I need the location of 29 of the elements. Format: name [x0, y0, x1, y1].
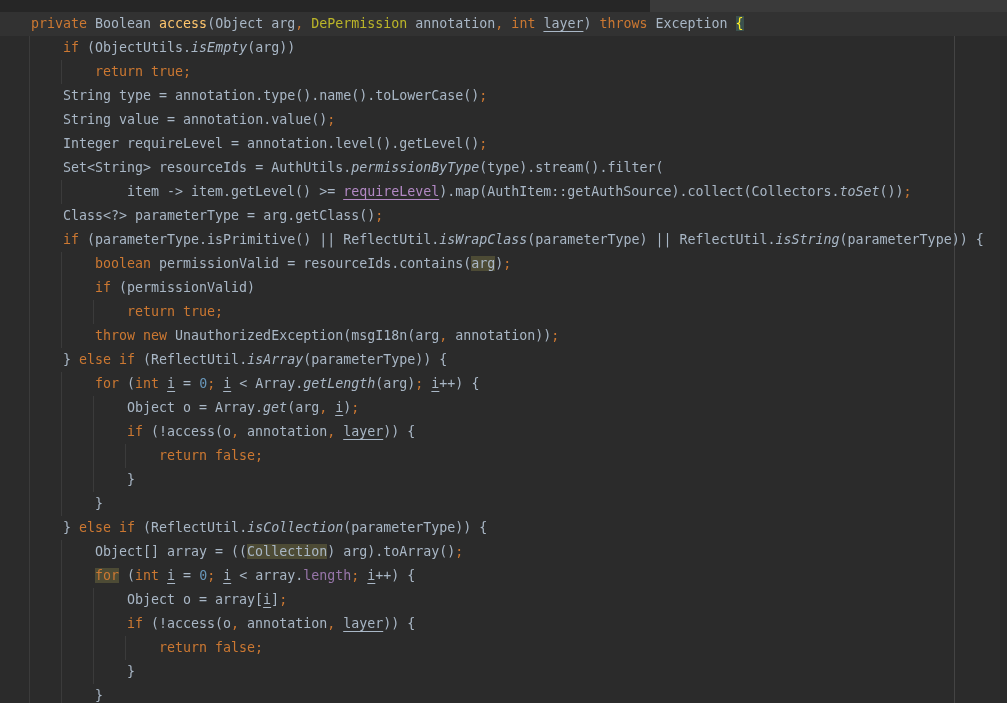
code-line: Class<?> parameterType = arg.getClass(); [63, 207, 384, 225]
code-line: throw new UnauthorizedException(msgI18n(arg, annotation)); [95, 327, 560, 345]
code-line: } else if (ReflectUtil.isArray(parameterType)) { [63, 351, 448, 369]
code-line: boolean permissionValid = resourceIds.contains(arg); [95, 255, 512, 273]
code-line: for (int i = 0; i < array.length; i++) { [95, 567, 416, 585]
code-line: for (int i = 0; i < Array.getLength(arg); i++) { [95, 375, 480, 393]
code-line: if (!access(o, annotation, layer)) { [127, 423, 416, 441]
code-line: if (!access(o, annotation, layer)) { [127, 615, 416, 633]
code-line: String type = annotation.type().name().toLowerCase(); [63, 87, 488, 105]
code-line: return true; [95, 63, 192, 81]
code-line: Integer requireLevel = annotation.level().getLevel(); [63, 135, 488, 153]
code-line: if (permissionValid) [95, 279, 256, 297]
code-line: String value = annotation.value(); [63, 111, 336, 129]
code-line: } [127, 471, 135, 489]
code-line: return false; [159, 639, 264, 657]
code-line: if (parameterType.isPrimitive() || ReflectUtil.isWrapClass(parameterType) || ReflectUtil.isString(parameterType)) { [63, 231, 984, 249]
code-line: return true; [127, 303, 224, 321]
code-line: } [95, 495, 103, 513]
code-line: Object o = array[i]; [127, 591, 288, 609]
code-line: return false; [159, 447, 264, 465]
code-line: Object[] array = ((Collection) arg).toArray(); [95, 543, 464, 561]
code-line: Object o = Array.get(arg, i); [127, 399, 360, 417]
code-line: } else if (ReflectUtil.isCollection(parameterType)) { [63, 519, 488, 537]
code-line: } [127, 663, 135, 681]
code-line: private Boolean access(Object arg, DePermission annotation, int layer) throws Exception { [31, 15, 744, 33]
code-line: item -> item.getLevel() >= requireLevel).map(AuthItem::getAuthSource).collect(Collectors.toSet()); [127, 183, 912, 201]
code-line: if (ObjectUtils.isEmpty(arg)) [63, 39, 296, 57]
code-line: Set<String> resourceIds = AuthUtils.permissionByType(type).stream().filter( [63, 159, 664, 177]
code-line: } [95, 687, 103, 703]
